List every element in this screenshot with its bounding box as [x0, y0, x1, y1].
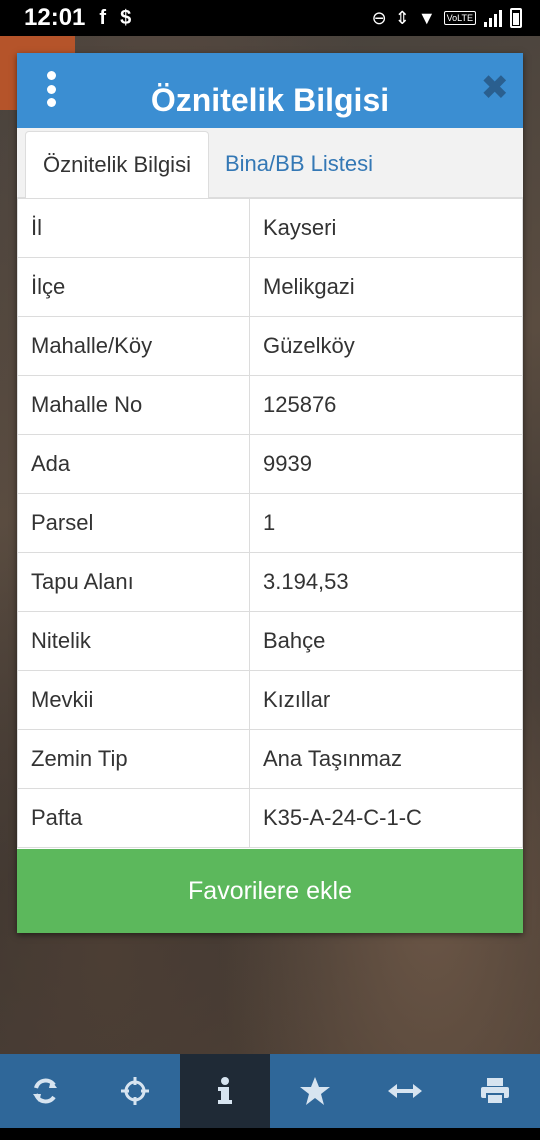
tab-bar: Öznitelik Bilgisi Bina/BB Listesi [17, 128, 523, 198]
info-icon[interactable] [180, 1054, 270, 1128]
bottom-toolbar [0, 1054, 540, 1128]
table-row: Nitelik Bahçe [17, 611, 523, 671]
table-row: İl Kayseri [17, 198, 523, 258]
dialog-header: Öznitelik Bilgisi ✖ [17, 53, 523, 128]
refresh-icon[interactable] [0, 1054, 90, 1128]
attribute-key: Tapu Alanı [17, 552, 250, 612]
attribute-key: Nitelik [17, 611, 250, 671]
attribute-key: Parsel [17, 493, 250, 553]
table-row: Ada 9939 [17, 434, 523, 494]
table-row: Mahalle No 125876 [17, 375, 523, 435]
crosshair-icon[interactable] [90, 1054, 180, 1128]
attribute-value: Güzelköy [249, 316, 523, 376]
attribute-key: Mahalle No [17, 375, 250, 435]
attribute-key: Mevkii [17, 670, 250, 730]
attribute-key: Ada [17, 434, 250, 494]
wifi-icon: ▼ [417, 7, 436, 28]
system-nav-strip [0, 1128, 540, 1140]
attribute-value: Kızıllar [249, 670, 523, 730]
table-row: İlçe Melikgazi [17, 257, 523, 317]
dollar-icon: $ [120, 6, 132, 29]
dialog-title: Öznitelik Bilgisi [150, 82, 390, 118]
star-icon[interactable] [270, 1054, 360, 1128]
measure-arrows-icon[interactable] [360, 1054, 450, 1128]
table-row: Zemin Tip Ana Taşınmaz [17, 729, 523, 789]
signal-icon [484, 9, 502, 27]
data-arrows-icon: ⇕ [394, 7, 410, 28]
table-row: Parsel 1 [17, 493, 523, 553]
attribute-value: Kayseri [249, 198, 523, 258]
attribute-value: 3.194,53 [249, 552, 523, 612]
attribute-value: K35-A-24-C-1-C [249, 788, 523, 848]
battery-icon [510, 8, 522, 28]
attribute-key: İlçe [17, 257, 250, 317]
tab-attribute-info[interactable]: Öznitelik Bilgisi [25, 131, 209, 198]
status-time: 12:01 [24, 4, 86, 31]
attribute-value: Melikgazi [249, 257, 523, 317]
table-row: Mevkii Kızıllar [17, 670, 523, 730]
attribute-key: İl [17, 198, 250, 258]
attribute-value: 9939 [249, 434, 523, 494]
attribute-value: 125876 [249, 375, 523, 435]
print-icon[interactable] [450, 1054, 540, 1128]
attribute-key: Zemin Tip [17, 729, 250, 789]
attribute-value: 1 [249, 493, 523, 553]
attribute-dialog: Öznitelik Bilgisi ✖ Öznitelik Bilgisi Bi… [17, 53, 523, 933]
tab-building-list[interactable]: Bina/BB Listesi [209, 131, 385, 197]
status-bar: 12:01 f $ ⊖ ⇕ ▼ VoLTE [0, 0, 540, 36]
table-row: Pafta K35-A-24-C-1-C [17, 788, 523, 848]
attribute-table: İl Kayseri İlçe Melikgazi Mahalle/Köy Güzelkö… [17, 198, 523, 848]
close-icon[interactable]: ✖ [481, 71, 510, 105]
attribute-value: Bahçe [249, 611, 523, 671]
volte-badge: VoLTE [443, 11, 476, 25]
dnd-icon: ⊖ [371, 7, 387, 28]
facebook-icon: f [99, 6, 107, 29]
table-row: Tapu Alanı 3.194,53 [17, 552, 523, 612]
attribute-key: Pafta [17, 788, 250, 848]
menu-dots-icon[interactable] [45, 71, 57, 107]
add-favorite-button[interactable]: Favorilere ekle [17, 849, 523, 933]
attribute-value: Ana Taşınmaz [249, 729, 523, 789]
table-row: Mahalle/Köy Güzelköy [17, 316, 523, 376]
attribute-key: Mahalle/Köy [17, 316, 250, 376]
